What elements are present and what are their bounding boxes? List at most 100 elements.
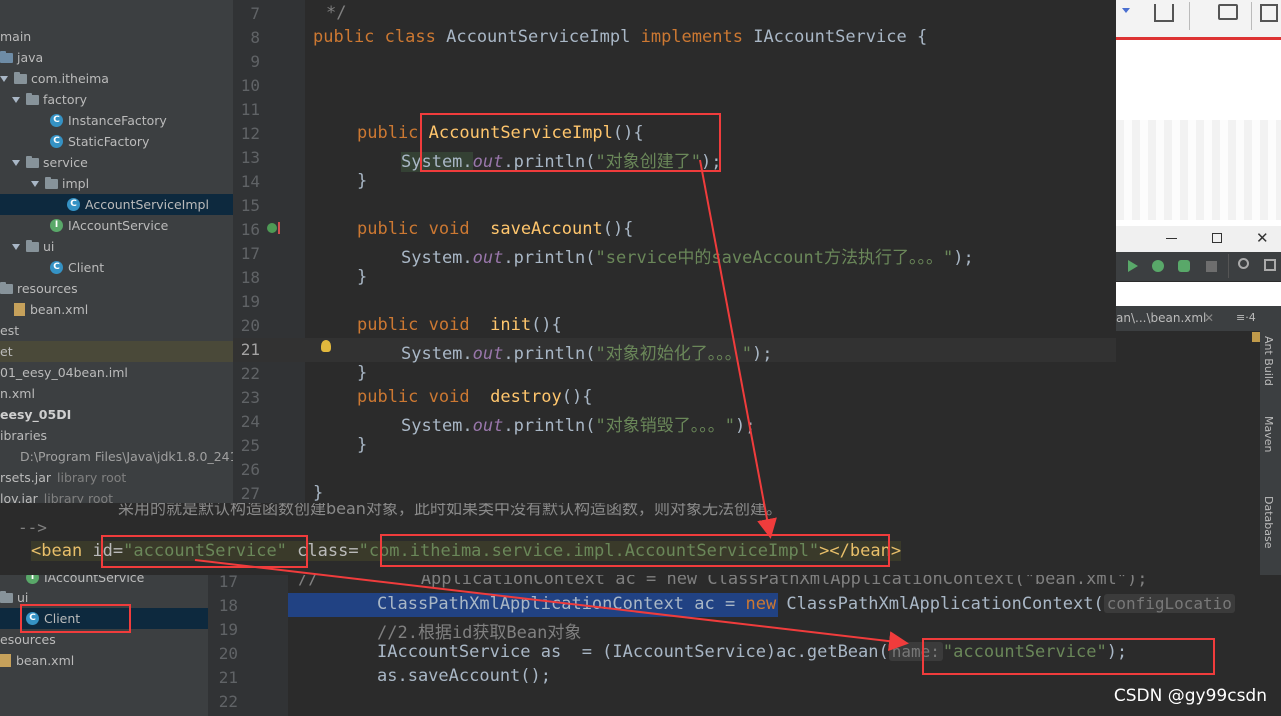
tree-item-label: AccountServiceImpl (85, 197, 209, 212)
tab-overflow-counter[interactable]: ≡·4 (1236, 311, 1256, 324)
tree-item-label: ibraries (0, 428, 48, 443)
database-tool[interactable]: Database (1262, 496, 1275, 549)
xml-file-icon (14, 303, 25, 316)
stop-icon[interactable] (1206, 261, 1217, 272)
annotation-box-constructor (420, 113, 721, 172)
override-arrow-icon[interactable] (278, 222, 284, 234)
package-icon (0, 590, 13, 603)
xml-comment-line: 采用的就是默认构造函数创建bean对象，此时如果类中没有默认构造函数，则对象无法… (118, 503, 782, 518)
class-icon: C (50, 261, 63, 274)
expand-arrow-icon[interactable] (12, 159, 20, 166)
tree-item-bean-xml[interactable]: bean.xml (0, 650, 208, 671)
tree-item-jdk[interactable]: D:\Program Files\Java\jdk1.8.0_241 (0, 446, 233, 467)
close-icon[interactable]: ✕ (1256, 229, 1269, 247)
run-icon[interactable] (1128, 260, 1138, 272)
maven-tool[interactable]: Maven (1262, 416, 1275, 452)
tree-item-java[interactable]: java (0, 47, 233, 68)
expand-arrow-icon[interactable] (31, 180, 39, 187)
expand-arrow-icon[interactable] (0, 75, 8, 82)
coverage-icon[interactable] (1178, 260, 1190, 272)
tree-item-libraries[interactable]: ibraries (0, 425, 233, 446)
class-icon: C (67, 198, 80, 211)
package-icon (45, 176, 58, 189)
tree-item-staticfactory[interactable]: C StaticFactory (0, 131, 233, 152)
tree-item-deploy-jar[interactable]: lov.jar library root (0, 488, 233, 503)
tree-item-label: StaticFactory (68, 134, 150, 149)
tree-item-pom-xml[interactable]: n.xml (0, 383, 233, 404)
dropdown-arrow-icon[interactable] (1122, 8, 1130, 13)
error-stripe-marker[interactable] (1252, 332, 1260, 342)
line-number: 21 (240, 340, 260, 359)
line-number: 12 (240, 124, 260, 143)
line-number: 14 (240, 172, 260, 191)
maximize-icon[interactable] (1212, 233, 1222, 243)
right-tool-strip: Ant Build Maven Database (1260, 306, 1281, 575)
println-init: System.out.println("对象初始化了。。。"); (401, 344, 773, 364)
minimize-icon[interactable] (1166, 238, 1177, 239)
tree-item-label: 01_eesy_04bean.iml (0, 365, 128, 380)
debug-icon[interactable] (1152, 260, 1164, 272)
package-icon (26, 92, 39, 105)
tree-item-com-itheima[interactable]: com.itheima (0, 68, 233, 89)
tree-item-label: eesy_05DI (0, 407, 72, 422)
tree-item-client[interactable]: C Client (0, 257, 233, 278)
folder-icon (0, 50, 13, 63)
library-root-label: library root (57, 470, 127, 485)
implements-marker-icon[interactable] (267, 223, 277, 233)
divider (1189, 2, 1190, 30)
tree-item-bean-xml[interactable]: bean.xml (0, 299, 233, 320)
tree-item-label: n.xml (0, 386, 35, 401)
tab-bean-xml[interactable]: an\...\bean.xml (1116, 311, 1206, 325)
tree-item-label: bean.xml (16, 653, 75, 668)
line-number: 9 (250, 52, 260, 71)
tool-icon[interactable] (1264, 259, 1276, 271)
line-number: 20 (240, 316, 260, 335)
tree-item-iml[interactable]: 01_eesy_04bean.iml (0, 362, 233, 383)
ide-run-toolbar (1116, 252, 1281, 282)
method-saveaccount: public void saveAccount(){ (357, 219, 634, 239)
lightbulb-icon[interactable] (321, 340, 331, 352)
tab-close-icon[interactable]: ✕ (1204, 311, 1214, 325)
interface-icon: I (26, 575, 39, 584)
line-number: 23 (240, 388, 260, 407)
method-init: public void init(){ (357, 315, 562, 335)
tree-item-ui[interactable]: ui (0, 236, 233, 257)
comment-end: */ (326, 3, 347, 23)
tree-item-service[interactable]: service (0, 152, 233, 173)
class-icon: C (50, 114, 63, 127)
line-number: 26 (240, 460, 260, 479)
tree-item-test[interactable]: est (0, 320, 233, 341)
tree-item-label: IAccountService (68, 218, 169, 233)
commented-code-line: // ApplicationContext ac = new ClassPath… (298, 575, 1148, 589)
tree-item-accountserviceimpl[interactable]: C AccountServiceImpl (0, 194, 233, 215)
expand-arrow-icon[interactable] (12, 243, 20, 250)
tree-item-resources[interactable]: resources (0, 278, 233, 299)
annotation-box-client (20, 604, 131, 633)
editor-area[interactable] (1116, 332, 1260, 575)
download-icon[interactable] (1154, 4, 1174, 22)
project-tree-bottom: I IAccountService ui C Client esources bea… (0, 575, 208, 716)
param-hint: configLocatio (1103, 594, 1235, 613)
tree-item-main[interactable]: main (0, 26, 233, 47)
tree-item-label: service (43, 155, 88, 170)
annotation-box-bean-id (101, 535, 308, 568)
tree-item-label: Client (68, 260, 105, 275)
window-titlebar: ✕ (1116, 226, 1281, 252)
tree-item-factory[interactable]: factory (0, 89, 233, 110)
tree-item-label: ui (43, 239, 55, 254)
ant-build-tool[interactable]: Ant Build (1262, 336, 1275, 386)
line-number: 27 (240, 484, 260, 503)
search-icon[interactable] (1238, 258, 1249, 269)
edit-icon[interactable] (1260, 4, 1278, 22)
expand-arrow-icon[interactable] (12, 96, 20, 103)
tree-item-label: rsets.jar (0, 470, 52, 485)
tree-item-iaccountservice[interactable]: I IAccountService (0, 215, 233, 236)
tree-item-label: resources (17, 281, 78, 296)
tree-item-module-05di[interactable]: eesy_05DI (0, 404, 233, 425)
comment-icon[interactable] (1218, 4, 1238, 20)
tree-item-instancefactory[interactable]: C InstanceFactory (0, 110, 233, 131)
tree-item-charsets-jar[interactable]: rsets.jar library root (0, 467, 233, 488)
tree-item-impl[interactable]: impl (0, 173, 233, 194)
comment-line: //2.根据id获取Bean对象 (377, 623, 582, 643)
tree-item-target[interactable]: et (0, 341, 233, 362)
